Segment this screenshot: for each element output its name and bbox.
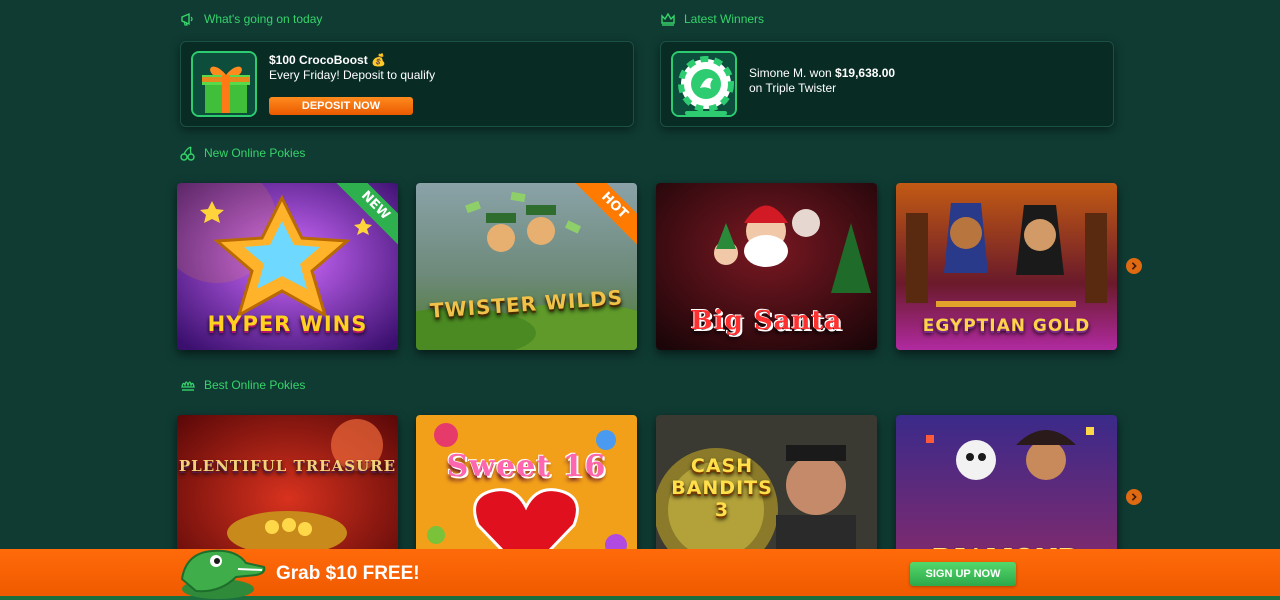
latest-winner-card: Simone M. won $19,638.00 on Triple Twist… bbox=[660, 41, 1114, 127]
promo-title: $100 CrocoBoost 💰 bbox=[269, 53, 386, 67]
game-tile-twister-wilds[interactable]: TWISTER WILDS HOT bbox=[416, 183, 637, 350]
winner-amount: $19,638.00 bbox=[835, 66, 896, 80]
game-title: Big Santa bbox=[690, 306, 843, 336]
section-title-today: What's going on today bbox=[180, 11, 322, 27]
section-title-best-pokies: Best Online Pokies bbox=[180, 377, 305, 393]
gift-thumbnail bbox=[191, 51, 257, 117]
deposit-now-button[interactable]: DEPOSIT NOW bbox=[269, 97, 413, 115]
section-title-winners: Latest Winners bbox=[660, 11, 764, 27]
section-title-text: What's going on today bbox=[204, 12, 323, 26]
game-title: CASH BANDITS 3 bbox=[671, 455, 773, 521]
game-tile-big-santa[interactable]: Big Santa bbox=[656, 183, 877, 350]
cherry-icon bbox=[180, 146, 195, 161]
winner-text: Simone M. won $19,638.00 bbox=[749, 66, 896, 80]
game-tile-hyper-wins[interactable]: HYPER WINS NEW bbox=[177, 183, 398, 350]
crocodile-mascot-icon bbox=[180, 549, 266, 599]
game-title: Sweet 16 bbox=[446, 449, 607, 484]
crown-icon bbox=[661, 12, 675, 26]
bottom-bar-text: Grab $10 FREE! bbox=[276, 563, 420, 584]
section-title-new-pokies: New Online Pokies bbox=[180, 145, 305, 161]
section-title-text: Best Online Pokies bbox=[204, 378, 306, 392]
section-title-text: New Online Pokies bbox=[204, 146, 306, 160]
next-arrow-best-pokies[interactable] bbox=[1126, 489, 1142, 505]
next-arrow-new-pokies[interactable] bbox=[1126, 258, 1142, 274]
chip-thumbnail bbox=[671, 51, 737, 117]
section-title-text: Latest Winners bbox=[684, 12, 765, 26]
signup-promo-bar: Grab $10 FREE! SIGN UP NOW bbox=[0, 549, 1280, 600]
megaphone-icon bbox=[181, 12, 193, 26]
crown-hand-icon bbox=[181, 381, 195, 391]
promo-subtitle: Every Friday! Deposit to qualify bbox=[269, 68, 436, 82]
game-title: EGYPTIAN GOLD bbox=[922, 316, 1091, 336]
chevron-right-icon bbox=[1131, 262, 1137, 270]
winner-game: on Triple Twister bbox=[749, 81, 837, 95]
promo-card: $100 CrocoBoost 💰 Every Friday! Deposit … bbox=[180, 41, 634, 127]
sign-up-now-button[interactable]: SIGN UP NOW bbox=[910, 562, 1016, 586]
gift-icon bbox=[193, 53, 255, 115]
chevron-right-icon bbox=[1131, 493, 1137, 501]
casino-chip-icon bbox=[673, 53, 735, 115]
game-title: HYPER WINS bbox=[207, 312, 368, 336]
game-tile-egyptian-gold[interactable]: EGYPTIAN GOLD bbox=[896, 183, 1117, 350]
game-title: PLENTIFUL TREASURE bbox=[178, 457, 397, 475]
